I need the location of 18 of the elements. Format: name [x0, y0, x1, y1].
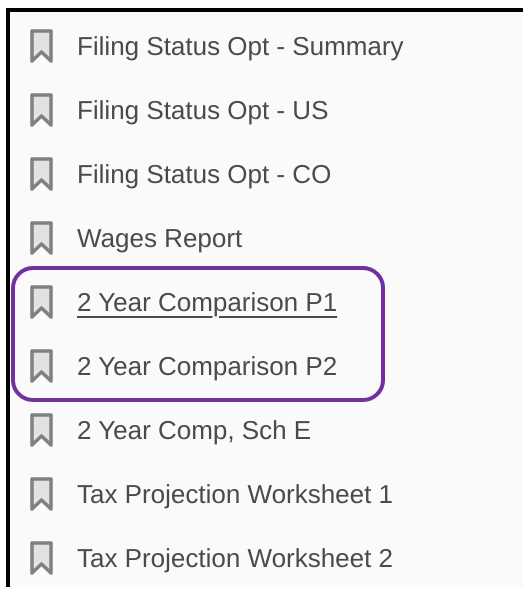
bookmark-icon: [30, 284, 53, 320]
bookmark-link[interactable]: Filing Status Opt - US: [77, 94, 328, 126]
bookmark-icon: [30, 92, 53, 128]
bookmark-icon: [30, 540, 53, 576]
bookmark-link[interactable]: Filing Status Opt - CO: [77, 158, 332, 190]
bookmark-link[interactable]: 2 Year Comparison P1: [77, 286, 338, 318]
bookmark-icon: [30, 476, 53, 512]
bookmark-link[interactable]: 2 Year Comparison P2: [77, 350, 338, 382]
bookmark-icon: [30, 28, 53, 64]
bookmark-link[interactable]: Wages Report: [77, 222, 242, 254]
bookmark-link[interactable]: Tax Projection Worksheet 2: [77, 542, 393, 574]
bookmark-icon: [30, 348, 53, 384]
bookmark-icon: [30, 156, 53, 192]
bookmark-icon: [30, 412, 53, 448]
bookmark-icon: [30, 220, 53, 256]
bookmark-link[interactable]: 2 Year Comp, Sch E: [77, 414, 312, 446]
bookmark-link[interactable]: Tax Projection Worksheet 1: [77, 478, 393, 510]
bookmark-link[interactable]: Filing Status Opt - Summary: [77, 30, 404, 62]
